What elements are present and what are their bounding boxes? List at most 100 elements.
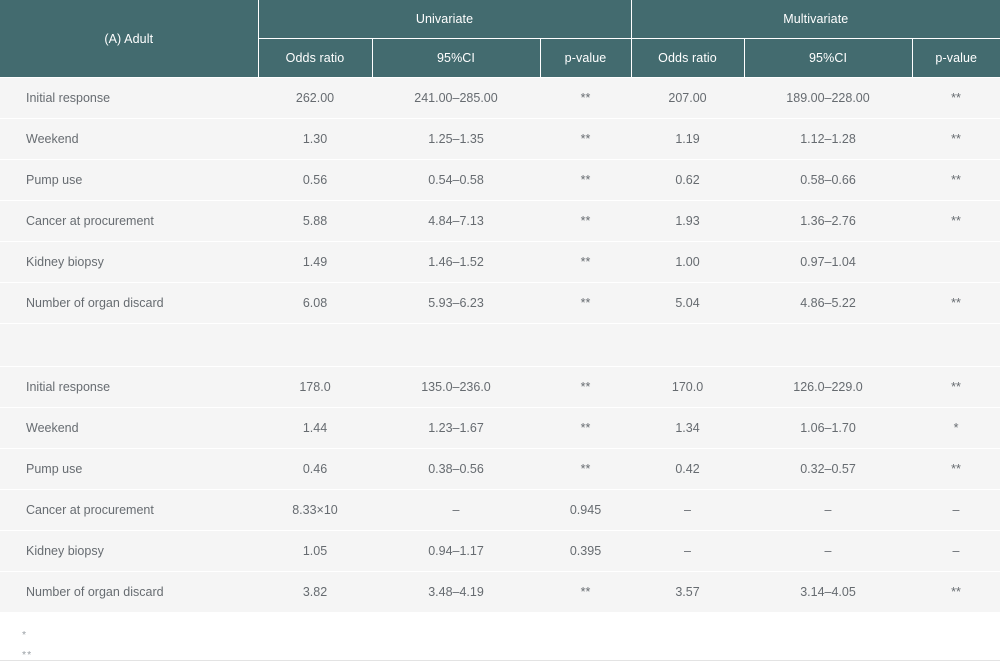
cell-multivariate-odds-ratio: 1.93 (631, 200, 745, 242)
table-row: Initial response 262.00 241.00–285.00 **… (0, 77, 1000, 119)
cell-multivariate-odds-ratio: 0.62 (631, 159, 745, 201)
cell-univariate-odds-ratio: 8.33×10 (258, 489, 372, 531)
col-header-multivariate-odds-ratio: Odds ratio (631, 38, 745, 78)
table-bottom-rule (0, 660, 1000, 661)
cell-multivariate-ci: 1.36–2.76 (744, 200, 913, 242)
cell-multivariate-p-value: ** (912, 77, 1000, 119)
odds-ratio-results-table: (A) Adult Univariate Multivariate Odds r… (0, 0, 1000, 613)
separator-cell-univariate-ci (372, 323, 540, 367)
cell-multivariate-p-value: ** (912, 282, 1000, 324)
table-row: Number of organ discard 3.82 3.48–4.19 *… (0, 571, 1000, 613)
col-header-univariate-odds-ratio: Odds ratio (258, 38, 373, 78)
table-row: Weekend 1.44 1.23–1.67 ** 1.34 1.06–1.70… (0, 407, 1000, 449)
cell-multivariate-p-value: ** (912, 448, 1000, 490)
cell-multivariate-ci: 126.0–229.0 (744, 366, 913, 408)
row-label: Number of organ discard (0, 571, 258, 613)
table-row: Cancer at procurement 8.33×10 – 0.945 – … (0, 489, 1000, 531)
cell-multivariate-odds-ratio: 0.42 (631, 448, 745, 490)
cell-univariate-ci: – (372, 489, 540, 531)
row-label: Weekend (0, 407, 258, 449)
footnote-single-asterisk: * (22, 629, 28, 641)
row-label: Cancer at procurement (0, 489, 258, 531)
cell-multivariate-p-value: ** (912, 159, 1000, 201)
cell-univariate-odds-ratio: 5.88 (258, 200, 372, 242)
footnote-double-asterisk: ** (22, 649, 33, 661)
table-row: Kidney biopsy 1.49 1.46–1.52 ** 1.00 0.9… (0, 241, 1000, 283)
cell-multivariate-ci: 1.06–1.70 (744, 407, 913, 449)
separator-cell-multivariate-ci (744, 323, 913, 367)
row-label: Kidney biopsy (0, 241, 258, 283)
cell-multivariate-p-value: – (912, 489, 1000, 531)
col-header-univariate-p-value: p-value (540, 38, 632, 78)
cell-multivariate-p-value (912, 241, 1000, 283)
col-header-univariate-ci: 95%CI (372, 38, 541, 78)
cell-multivariate-p-value: – (912, 530, 1000, 572)
row-label: Number of organ discard (0, 282, 258, 324)
row-label: Cancer at procurement (0, 200, 258, 242)
row-label: Initial response (0, 366, 258, 408)
cell-multivariate-ci: 0.97–1.04 (744, 241, 913, 283)
cell-multivariate-ci: 1.12–1.28 (744, 118, 913, 160)
cell-univariate-p-value: ** (540, 571, 632, 613)
cell-univariate-ci: 0.38–0.56 (372, 448, 540, 490)
cell-multivariate-p-value: ** (912, 118, 1000, 160)
col-header-multivariate-p-value: p-value (912, 38, 1000, 78)
table-body: Initial response 262.00 241.00–285.00 **… (0, 77, 1000, 613)
table-row: Cancer at procurement 5.88 4.84–7.13 ** … (0, 200, 1000, 242)
cell-multivariate-p-value: * (912, 407, 1000, 449)
cell-univariate-odds-ratio: 0.46 (258, 448, 372, 490)
row-label: Weekend (0, 118, 258, 160)
cell-multivariate-odds-ratio: 170.0 (631, 366, 745, 408)
header-group-row: (A) Adult Univariate Multivariate (0, 0, 1000, 78)
column-group-multivariate: Multivariate (631, 0, 1000, 39)
table-row: Number of organ discard 6.08 5.93–6.23 *… (0, 282, 1000, 324)
cell-multivariate-odds-ratio: 1.19 (631, 118, 745, 160)
separator-cell-multivariate-odds-ratio (631, 323, 745, 367)
cell-multivariate-odds-ratio: 1.00 (631, 241, 745, 283)
cell-univariate-p-value: 0.395 (540, 530, 632, 572)
cell-univariate-odds-ratio: 6.08 (258, 282, 372, 324)
block-separator-row (0, 323, 1000, 367)
cell-univariate-p-value: ** (540, 407, 632, 449)
cell-univariate-p-value: ** (540, 241, 632, 283)
cell-univariate-p-value: ** (540, 366, 632, 408)
table-row: Pump use 0.56 0.54–0.58 ** 0.62 0.58–0.6… (0, 159, 1000, 201)
cell-multivariate-ci: 189.00–228.00 (744, 77, 913, 119)
separator-cell-multivariate-p-value (912, 323, 1000, 367)
cell-multivariate-odds-ratio: 207.00 (631, 77, 745, 119)
table-footnotes: * ** (0, 613, 1000, 665)
cell-univariate-ci: 1.23–1.67 (372, 407, 540, 449)
cell-univariate-ci: 0.54–0.58 (372, 159, 540, 201)
cell-univariate-p-value: 0.945 (540, 489, 632, 531)
cell-multivariate-ci: – (744, 530, 913, 572)
cell-multivariate-odds-ratio: 3.57 (631, 571, 745, 613)
cell-multivariate-p-value: ** (912, 571, 1000, 613)
cell-univariate-odds-ratio: 0.56 (258, 159, 372, 201)
cell-univariate-ci: 4.84–7.13 (372, 200, 540, 242)
cell-multivariate-ci: 3.14–4.05 (744, 571, 913, 613)
cell-multivariate-odds-ratio: – (631, 489, 745, 531)
table-header: (A) Adult Univariate Multivariate Odds r… (0, 0, 1000, 78)
cell-univariate-odds-ratio: 262.00 (258, 77, 372, 119)
separator-cell-univariate-odds-ratio (258, 323, 372, 367)
separator-cell-label (0, 323, 258, 367)
cell-univariate-ci: 5.93–6.23 (372, 282, 540, 324)
cell-univariate-p-value: ** (540, 159, 632, 201)
cell-multivariate-p-value: ** (912, 200, 1000, 242)
cell-multivariate-p-value: ** (912, 366, 1000, 408)
cell-multivariate-odds-ratio: 5.04 (631, 282, 745, 324)
cell-univariate-ci: 3.48–4.19 (372, 571, 540, 613)
cell-univariate-ci: 1.46–1.52 (372, 241, 540, 283)
row-label: Kidney biopsy (0, 530, 258, 572)
cell-univariate-p-value: ** (540, 77, 632, 119)
cell-univariate-odds-ratio: 3.82 (258, 571, 372, 613)
cell-multivariate-ci: 0.58–0.66 (744, 159, 913, 201)
cell-univariate-odds-ratio: 178.0 (258, 366, 372, 408)
cell-multivariate-ci: – (744, 489, 913, 531)
separator-cell-univariate-p-value (540, 323, 632, 367)
cell-univariate-ci: 241.00–285.00 (372, 77, 540, 119)
cell-univariate-ci: 135.0–236.0 (372, 366, 540, 408)
table-row: Pump use 0.46 0.38–0.56 ** 0.42 0.32–0.5… (0, 448, 1000, 490)
table-row: Weekend 1.30 1.25–1.35 ** 1.19 1.12–1.28… (0, 118, 1000, 160)
row-label: Pump use (0, 448, 258, 490)
